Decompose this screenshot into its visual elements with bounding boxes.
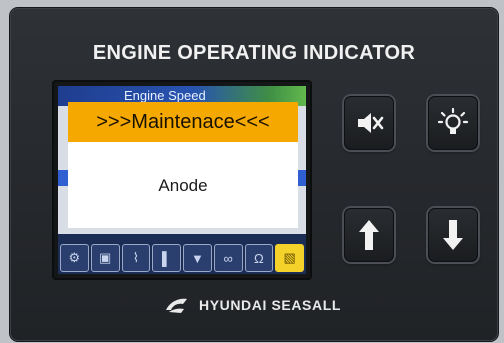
arrow-up-icon xyxy=(356,217,382,253)
up-button[interactable] xyxy=(344,208,394,262)
brand-name: HYUNDAI SEASALL xyxy=(198,297,341,313)
down-button[interactable] xyxy=(428,208,478,262)
engine-icon: ⚙ xyxy=(60,244,89,272)
backlight-button[interactable] xyxy=(428,96,478,150)
panel-title: ENGINE OPERATING INDICATOR xyxy=(92,42,416,64)
popup-message: Anode xyxy=(158,176,208,195)
mute-icon xyxy=(354,108,384,138)
filter-icon: ▼ xyxy=(183,244,212,272)
status-icon-strip: ⚙ ▣ ⌇ ▌ ▼ ∞ Ω ▧ xyxy=(60,244,304,272)
light-bulb-icon xyxy=(437,107,469,139)
battery-icon: ▣ xyxy=(90,244,120,272)
hyundai-seasall-logo-icon xyxy=(163,296,189,314)
screen-header-label: Engine Speed xyxy=(124,88,206,103)
maintenance-popup: >>>Maintenace<<< Anode xyxy=(68,102,298,228)
oil-icon: ⌇ xyxy=(121,244,151,272)
alarm-icon: Ω xyxy=(244,244,274,272)
temperature-icon: ▌ xyxy=(152,244,181,272)
brand-footer: HYUNDAI SEASALL xyxy=(0,296,504,314)
maintenance-warning-icon: ▧ xyxy=(275,244,304,272)
mute-button[interactable] xyxy=(344,96,394,150)
glow-plug-icon: ∞ xyxy=(213,244,243,272)
arrow-down-icon xyxy=(440,217,466,253)
popup-title: >>>Maintenace<<< xyxy=(68,102,298,142)
